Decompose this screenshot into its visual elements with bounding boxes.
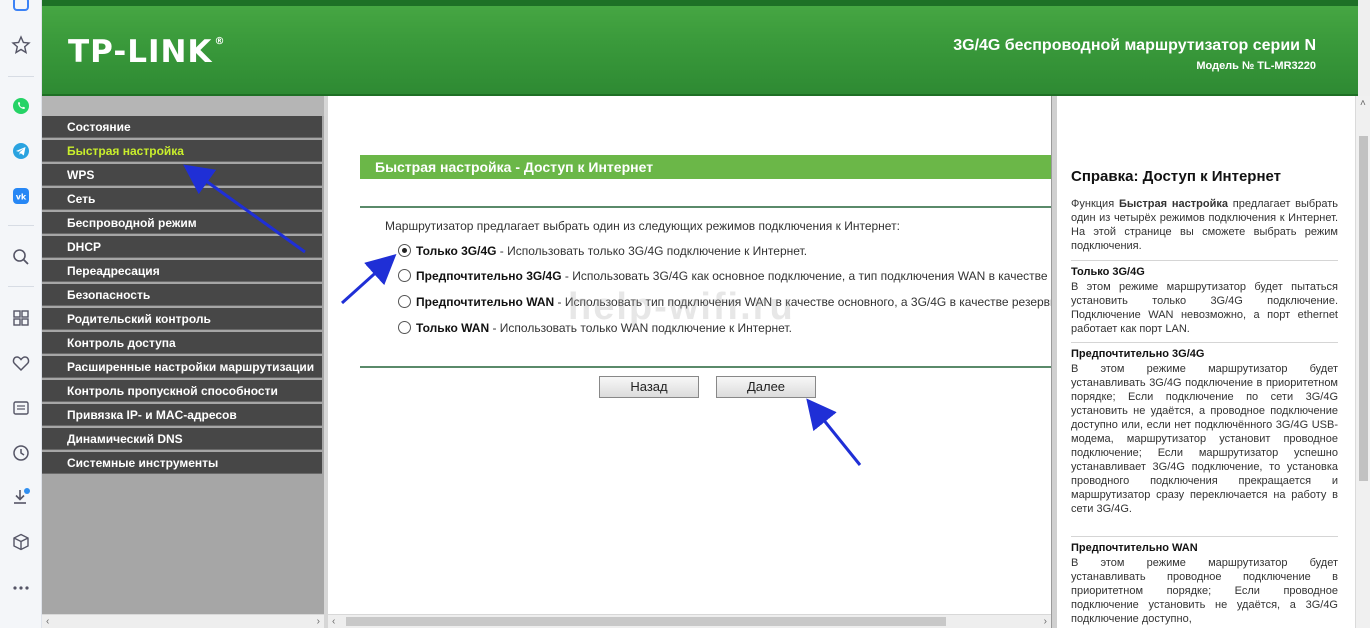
- bottom-rule: [360, 366, 1051, 368]
- section-title: Быстрая настройка - Доступ к Интернет: [360, 155, 1051, 179]
- menu-item[interactable]: Безопасность: [42, 284, 322, 306]
- option-title: Предпочтительно 3G/4G: [416, 269, 562, 283]
- heart-icon[interactable]: [9, 351, 33, 375]
- main-horizontal-scrollbar[interactable]: ‹ ›: [328, 614, 1051, 628]
- browser-sidebar: vk: [0, 0, 42, 628]
- download-icon[interactable]: [9, 485, 33, 509]
- vk-icon[interactable]: vk: [9, 184, 33, 208]
- more-icon[interactable]: [9, 576, 33, 600]
- router-header: TP-LINK ® 3G/4G беспроводной маршрутизато…: [42, 0, 1370, 96]
- menu-item[interactable]: Расширенные настройки маршрутизации: [42, 356, 322, 378]
- help-heading: Предпочтительно WAN: [1071, 542, 1198, 554]
- history-icon[interactable]: [9, 441, 33, 465]
- scroll-left-icon[interactable]: ‹: [46, 616, 49, 627]
- router-title: 3G/4G беспроводной маршрутизатор серии N: [953, 37, 1316, 54]
- watermark: help-wifi.ru: [568, 286, 795, 328]
- menu-horizontal-scrollbar[interactable]: ‹ ›: [42, 614, 324, 628]
- help-separator: [1071, 260, 1338, 261]
- scroll-thumb[interactable]: [346, 617, 946, 626]
- help-heading: Предпочтительно 3G/4G: [1071, 348, 1205, 360]
- whatsapp-icon[interactable]: [9, 94, 33, 118]
- option-title: Предпочтительно WAN: [416, 295, 555, 309]
- menu-item[interactable]: Переадресация: [42, 260, 322, 282]
- option-3g-preferred[interactable]: Предпочтительно 3G/4G - Использовать 3G/…: [398, 269, 1051, 283]
- box-icon[interactable]: [9, 530, 33, 554]
- help-text: В этом режиме маршрутизатор будет устана…: [1071, 557, 1338, 625]
- option-3g-only[interactable]: Только 3G/4G - Использовать только 3G/4G…: [398, 244, 1051, 258]
- option-desc: - Использовать 3G/4G как основное подклю…: [564, 269, 1051, 283]
- radio-wan-only[interactable]: [398, 321, 411, 334]
- news-icon[interactable]: [9, 396, 33, 420]
- router-model: Модель № TL-MR3220: [1196, 60, 1316, 72]
- menu-item[interactable]: Контроль доступа: [42, 332, 322, 354]
- scroll-thumb[interactable]: [1359, 136, 1368, 481]
- header-top-strip: [42, 0, 1370, 6]
- menu-item[interactable]: Состояние: [42, 116, 322, 138]
- help-separator: [1071, 342, 1338, 343]
- tp-link-logo: TP-LINK ®: [68, 34, 225, 70]
- scroll-right-icon[interactable]: ›: [1044, 616, 1047, 627]
- menu-item[interactable]: Родительский контроль: [42, 308, 322, 330]
- option-title: Только WAN: [416, 321, 490, 335]
- top-rule: [360, 206, 1051, 208]
- radio-wan-preferred[interactable]: [398, 295, 411, 308]
- help-text: В этом режиме маршрутизатор будет устана…: [1071, 363, 1338, 515]
- sidebar-separator: [8, 76, 34, 77]
- menu-item[interactable]: Системные инструменты: [42, 452, 322, 474]
- menu-item[interactable]: Контроль пропускной способности: [42, 380, 322, 402]
- star-icon[interactable]: [9, 33, 33, 57]
- intro-text: Маршрутизатор предлагает выбрать один из…: [385, 219, 900, 233]
- search-icon[interactable]: [9, 245, 33, 269]
- help-separator: [1071, 536, 1338, 537]
- scroll-up-icon[interactable]: ˄: [1360, 98, 1366, 109]
- help-heading: Только 3G/4G: [1071, 266, 1145, 278]
- telegram-icon[interactable]: [9, 139, 33, 163]
- next-button[interactable]: Далее: [716, 376, 816, 398]
- router-menu: Состояние Быстрая настройка WPS Сеть Беспров…: [42, 96, 324, 628]
- help-text: В этом режиме маршрутизатор будет пытать…: [1071, 281, 1338, 335]
- menu-item[interactable]: Быстрая настройка: [42, 140, 322, 162]
- sidebar-separator: [8, 225, 34, 226]
- help-intro-bold: Быстрая настройка: [1118, 198, 1228, 210]
- menu-item[interactable]: Сеть: [42, 188, 322, 210]
- menu-top-strip: [42, 96, 324, 116]
- scroll-left-icon[interactable]: ‹: [332, 616, 335, 627]
- help-intro: Функция Быстрая настройка предлагает выб…: [1071, 197, 1338, 253]
- menu-item[interactable]: Беспроводной режим: [42, 212, 322, 234]
- radio-3g-preferred[interactable]: [398, 269, 411, 282]
- screen: vk TP-LINK ® 3G/4G беспроводной маршрути…: [0, 0, 1370, 628]
- menu-item[interactable]: DHCP: [42, 236, 322, 258]
- sidebar-separator: [8, 286, 34, 287]
- menu-item[interactable]: Привязка IP- и MAC-адресов: [42, 404, 322, 426]
- logo-text: TP-LINK: [68, 34, 213, 70]
- header-scrollbar: [1358, 0, 1370, 96]
- option-title: Только 3G/4G: [416, 244, 497, 258]
- help-panel: Справка: Доступ к Интернет Функция Быстр…: [1057, 96, 1355, 628]
- back-button[interactable]: Назад: [599, 376, 699, 398]
- help-intro-pre: Функция: [1071, 198, 1119, 210]
- main-content: Быстрая настройка - Доступ к Интернет Ма…: [328, 96, 1051, 628]
- menu-item[interactable]: WPS: [42, 164, 322, 186]
- logo-trademark: ®: [214, 36, 226, 47]
- radio-3g-only[interactable]: [398, 244, 411, 257]
- apps-grid-icon[interactable]: [9, 306, 33, 330]
- option-desc: - Использовать только 3G/4G подключение …: [496, 244, 808, 258]
- app-icon[interactable]: [9, 0, 33, 18]
- help-title: Справка: Доступ к Интернет: [1071, 168, 1282, 185]
- vertical-scrollbar[interactable]: ˄: [1355, 96, 1370, 628]
- scroll-right-icon[interactable]: ›: [317, 616, 320, 627]
- svg-text:vk: vk: [16, 193, 27, 202]
- menu-item[interactable]: Динамический DNS: [42, 428, 322, 450]
